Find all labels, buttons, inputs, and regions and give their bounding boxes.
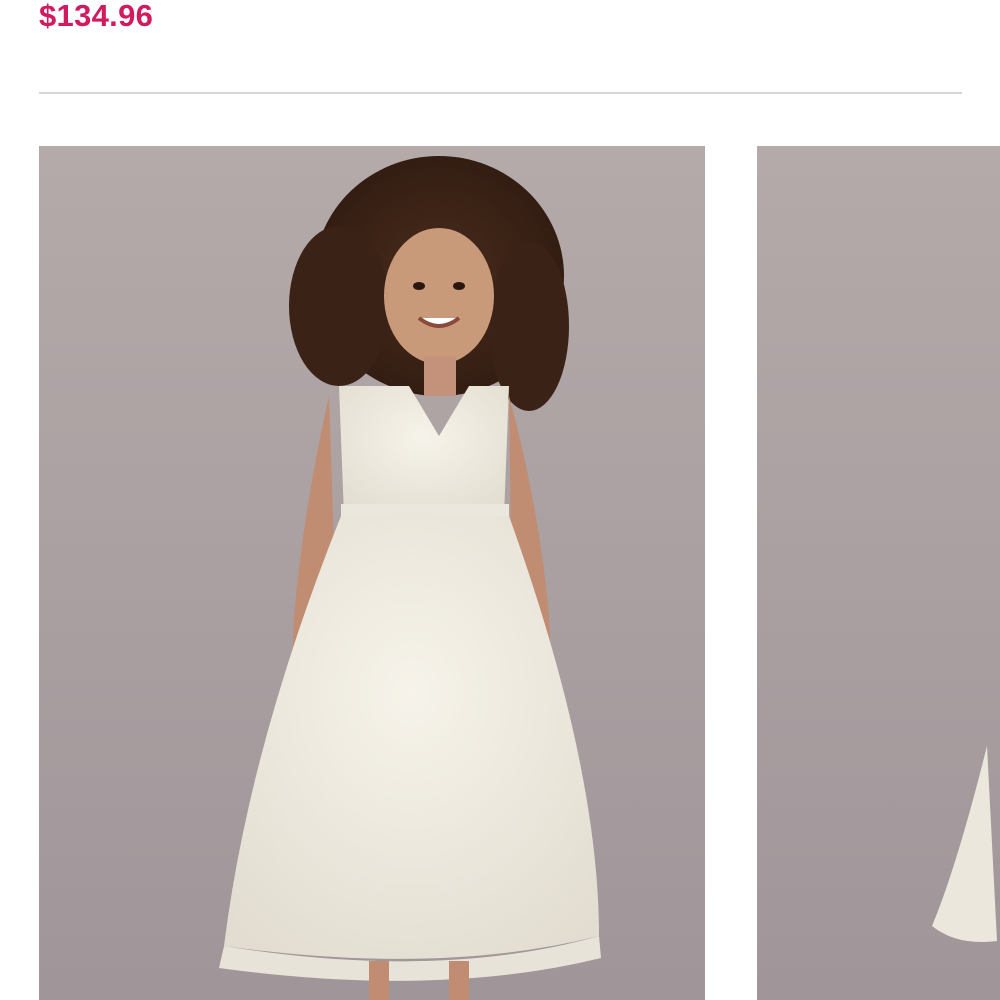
next-product-photo: [757, 146, 1000, 1000]
product-page: $134.96: [0, 0, 1000, 1000]
product-price: $134.96: [39, 0, 154, 33]
product-image-next[interactable]: [757, 146, 1000, 1000]
image-carousel[interactable]: [39, 146, 1000, 1000]
product-image-main[interactable]: [39, 146, 705, 1000]
girl-in-white-dress-photo: [39, 146, 705, 1000]
divider: [39, 92, 962, 94]
